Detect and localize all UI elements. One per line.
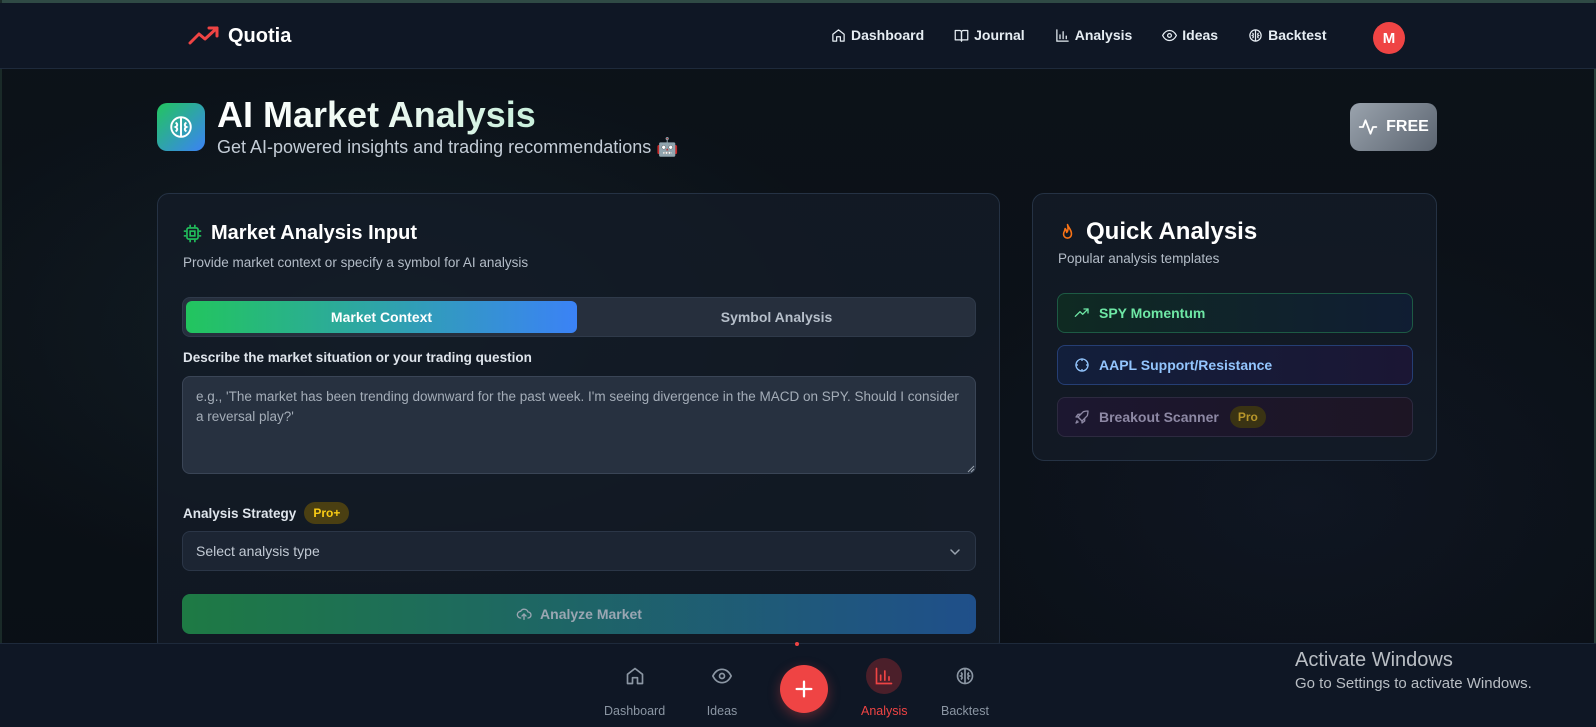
cpu-icon [183,224,202,243]
nav-journal-label: Journal [974,27,1025,43]
nav-analysis-label: Analysis [1074,27,1133,43]
trending-up-icon [1074,308,1089,317]
eye-icon [712,668,732,684]
quick-analysis-card: Quick Analysis Popular analysis template… [1032,193,1437,461]
tab-symbol-analysis[interactable]: Symbol Analysis [580,301,973,333]
bottom-nav-icon-wrap [866,658,903,694]
trending-up-icon [188,26,219,45]
template-label: AAPL Support/Resistance [1099,357,1273,373]
template-label: SPY Momentum [1099,305,1206,321]
nav-backtest[interactable]: Backtest [1248,27,1326,43]
brand-name: Quotia [228,24,292,47]
question-label: Describe the market situation or your tr… [183,350,532,365]
chevron-down-icon [950,549,960,556]
bottom-nav-label: Ideas [706,704,738,718]
cloud-upload-icon [516,608,532,620]
crosshair-icon [1075,358,1089,372]
strategy-label: Analysis Strategy [183,505,297,521]
bottom-nav-icon-wrap [617,658,653,694]
quick-analysis-title: Quick Analysis [1086,218,1258,245]
market-question-textarea[interactable] [182,376,976,474]
bottom-nav-icon-wrap [704,658,740,694]
book-icon [954,29,969,42]
bottom-nav-label: Analysis [861,704,908,718]
watermark-line-2: Go to Settings to activate Windows. [1295,675,1532,692]
nav-journal[interactable]: Journal [954,27,1025,43]
bottom-nav-label: Dashboard [604,704,666,718]
template-spy-momentum[interactable]: SPY Momentum [1057,293,1413,333]
window-left-border [0,0,2,727]
brain-icon [1249,28,1262,42]
plan-badge-label: FREE [1386,118,1429,135]
quick-analysis-description: Popular analysis templates [1058,251,1220,266]
nav-ideas-label: Ideas [1182,27,1219,43]
top-nav-menu: Dashboard Journal Analysis Ideas Backtes… [831,27,1356,43]
bottom-nav-icon-wrap [947,658,983,694]
analysis-type-select[interactable]: Select analysis type [182,531,976,571]
bottom-nav-ideas[interactable]: Ideas [704,658,740,718]
pro-plus-badge: Pro+ [304,502,350,524]
add-button[interactable] [780,665,828,713]
home-icon [626,667,643,685]
plus-icon [795,680,813,698]
brand-logo[interactable]: Quotia [188,23,291,49]
nav-dashboard[interactable]: Dashboard [831,27,924,43]
tab-market-context[interactable]: Market Context [186,301,577,333]
template-aapl-support-resistance[interactable]: AAPL Support/Resistance [1057,345,1413,385]
template-label: Breakout Scanner [1099,409,1219,425]
page-title: AI Market Analysis [217,94,536,135]
input-card-title: Market Analysis Input [211,222,417,244]
ai-brain-badge [157,103,205,151]
flame-icon [1062,223,1073,239]
eye-icon [1162,29,1178,41]
home-icon [832,28,845,42]
page-subtitle: Get AI-powered insights and trading reco… [217,137,679,157]
bar-chart-icon [1055,28,1069,42]
pro-badge: Pro [1229,406,1266,428]
bottom-nav-analysis[interactable]: Analysis [861,658,908,718]
strategy-label-row: Analysis Strategy Pro+ [183,502,350,524]
nav-backtest-label: Backtest [1268,27,1327,43]
resize-handle-icon[interactable] [967,465,975,473]
windows-activation-watermark: Activate Windows Go to Settings to activ… [1295,649,1532,692]
nav-analysis[interactable]: Analysis [1055,27,1133,43]
input-card-description: Provide market context or specify a symb… [183,255,529,270]
plan-badge[interactable]: FREE [1350,103,1437,151]
activity-icon [1358,119,1378,135]
top-navbar: Quotia Dashboard Journal Analysis Ideas … [0,3,1596,69]
user-avatar[interactable]: M [1373,22,1405,54]
brain-icon [170,116,192,138]
bottom-nav-backtest[interactable]: Backtest [941,658,989,718]
analysis-type-select-value: Select analysis type [196,543,320,559]
nav-ideas[interactable]: Ideas [1162,27,1218,43]
quick-analysis-header: Quick Analysis [1058,218,1257,246]
active-indicator-dot [795,642,799,646]
bottom-nav-dashboard[interactable]: Dashboard [604,658,665,718]
input-card-header: Market Analysis Input [183,222,417,245]
analyze-market-button[interactable]: Analyze Market [182,594,976,634]
bar-chart-icon [875,667,893,685]
rocket-icon [1075,410,1089,424]
nav-dashboard-label: Dashboard [851,27,925,43]
analysis-mode-tabs: Market Context Symbol Analysis [182,297,976,337]
brain-icon [956,667,974,685]
market-analysis-input-card: Market Analysis Input Provide market con… [157,193,1000,653]
bottom-nav-label: Backtest [941,704,989,718]
watermark-line-1: Activate Windows [1295,649,1453,671]
analyze-market-label: Analyze Market [540,606,642,622]
template-breakout-scanner[interactable]: Breakout Scanner Pro [1057,397,1413,437]
